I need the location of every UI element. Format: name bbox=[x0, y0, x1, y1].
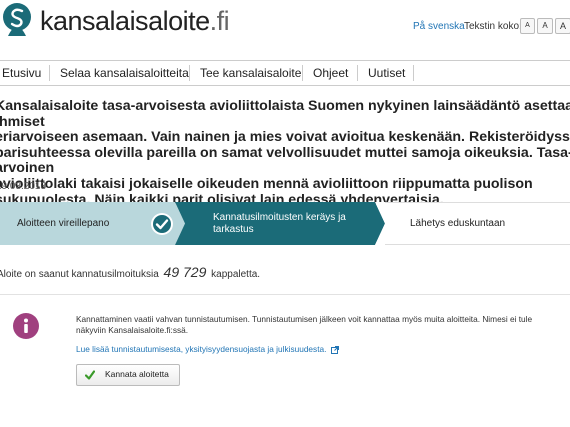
nav-divider bbox=[357, 65, 358, 81]
nav-item-tee[interactable]: Tee kansalaisaloite bbox=[200, 61, 301, 85]
step-label-vireillepano: Aloitteen vireillepano bbox=[17, 218, 110, 229]
support-button-label: Kannata aloitetta bbox=[105, 369, 169, 379]
logo-middle: aloite bbox=[148, 6, 210, 36]
step-label-kannatus-line: tarkastus bbox=[213, 223, 254, 235]
logo-suffix: .fi bbox=[209, 6, 230, 36]
main-navigation: Etusivu Selaa kansalaisaloitteita Tee ka… bbox=[0, 60, 570, 86]
text-size-small-button[interactable]: A bbox=[520, 18, 535, 34]
initiative-title-line: avioliittolaki takaisi jokaiselle oikeud… bbox=[0, 175, 533, 192]
initiative-title-line: parisuhteessa olevilla pareilla on samat… bbox=[0, 144, 570, 177]
support-count-prefix: Aloite on saanut kannatusilmoituksia bbox=[0, 269, 159, 280]
progress-stepper: Aloitteen vireillepano Kannatusilmoitust… bbox=[0, 202, 570, 245]
step-complete-check-icon bbox=[151, 213, 173, 235]
initiative-date: 19.03.2013 bbox=[0, 181, 47, 192]
logo-icon[interactable] bbox=[2, 2, 32, 38]
site-header: kansalaisaloite.fi På svenska Tekstin ko… bbox=[0, 0, 570, 60]
nav-divider bbox=[189, 65, 190, 81]
nav-divider bbox=[49, 65, 50, 81]
section-divider bbox=[0, 294, 570, 295]
nav-item-etusivu[interactable]: Etusivu bbox=[2, 61, 41, 85]
language-switch-link[interactable]: På svenska bbox=[413, 21, 465, 32]
info-text: Kannattaminen vaatii vahvan tunnistautum… bbox=[76, 314, 533, 335]
info-icon bbox=[13, 313, 39, 339]
initiative-title-line: Kansalaisaloite tasa-arvoisesta avioliit… bbox=[0, 98, 570, 130]
initiative-title: Kansalaisaloite tasa-arvoisesta avioliit… bbox=[0, 98, 570, 208]
privacy-info-link[interactable]: Lue lisää tunnistautumisesta, yksityisyy… bbox=[76, 344, 339, 354]
site-logo[interactable]: kansalaisaloite.fi bbox=[40, 6, 230, 37]
support-count-text: Aloite on saanut kannatusilmoituksia 49 … bbox=[0, 264, 260, 280]
support-count-number: 49 729 bbox=[163, 264, 207, 280]
external-link-icon bbox=[330, 345, 339, 354]
main-content: Kansalaisaloite tasa-arvoisesta avioliit… bbox=[0, 86, 570, 427]
nav-item-selaa[interactable]: Selaa kansalaisaloitteita bbox=[60, 61, 189, 85]
text-size-large-button[interactable]: A bbox=[555, 18, 570, 34]
nav-divider bbox=[413, 65, 414, 81]
nav-divider bbox=[302, 65, 303, 81]
support-initiative-button[interactable]: Kannata aloitetta bbox=[76, 364, 180, 386]
initiative-title-line: eriarvoiseen asemaan. Vain nainen ja mie… bbox=[0, 129, 570, 146]
step-label-kannatus-line: Kannatusilmoitusten keräys ja bbox=[213, 212, 346, 223]
nav-item-ohjeet[interactable]: Ohjeet bbox=[313, 61, 348, 85]
step-label-lahetys: Lähetys eduskuntaan bbox=[410, 218, 506, 229]
step-label-kannatus: Kannatusilmoitusten keräys ja tarkastus bbox=[213, 212, 346, 235]
privacy-info-link-text: Lue lisää tunnistautumisesta, yksityisyy… bbox=[76, 344, 327, 354]
nav-item-uutiset[interactable]: Uutiset bbox=[368, 61, 405, 85]
checkmark-icon bbox=[85, 370, 95, 380]
text-size-medium-button[interactable]: A bbox=[537, 18, 553, 34]
logo-prefix: kansalais bbox=[40, 6, 149, 36]
text-size-label: Tekstin koko: bbox=[464, 21, 522, 32]
support-count-suffix: kappaletta. bbox=[211, 269, 261, 280]
